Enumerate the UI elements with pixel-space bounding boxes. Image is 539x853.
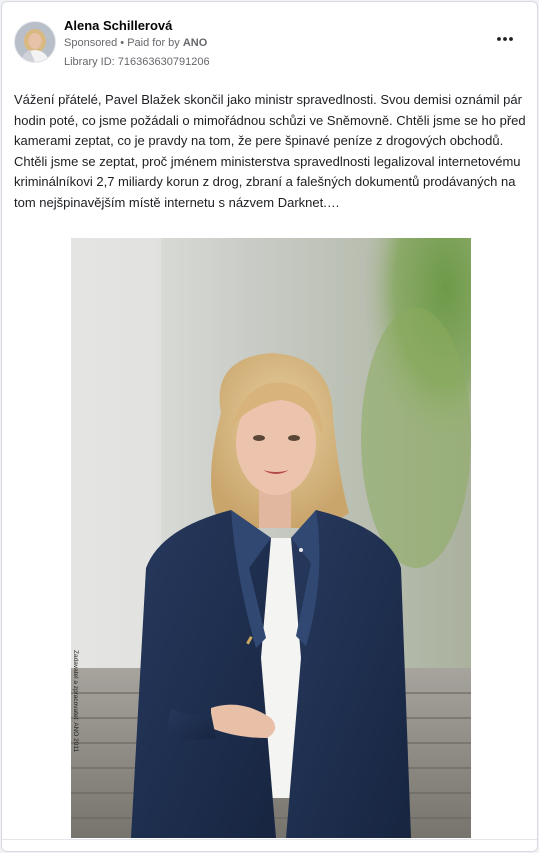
paid-for-by-name[interactable]: ANO: [183, 37, 207, 49]
post-header: Alena Schillerová Sponsored • Paid for b…: [14, 18, 525, 71]
post-footer: [2, 839, 537, 851]
library-id: Library ID: 716363630791206: [64, 56, 210, 68]
ad-post-card: Alena Schillerová Sponsored • Paid for b…: [1, 1, 538, 852]
author-name[interactable]: Alena Schillerová: [64, 18, 172, 33]
avatar[interactable]: [14, 21, 56, 63]
sponsored-label: Sponsored: [64, 37, 118, 49]
post-photo[interactable]: [71, 238, 471, 838]
avatar-image: [15, 22, 55, 62]
separator-dot: •: [120, 37, 125, 49]
more-horizontal-icon[interactable]: [495, 29, 515, 49]
paid-for-by-label: Paid for by: [127, 37, 180, 49]
sponsored-line: Sponsored • Paid for by ANO: [64, 37, 207, 49]
portrait-image: [71, 238, 471, 838]
image-disclaimer: Zadavatel a zpracovatel: ANO 2011: [72, 650, 79, 753]
post-media[interactable]: Zadavatel a zpracovatel: ANO 2011: [2, 238, 537, 840]
post-text: Vážení přátelé, Pavel Blažek skončil jak…: [14, 92, 526, 210]
